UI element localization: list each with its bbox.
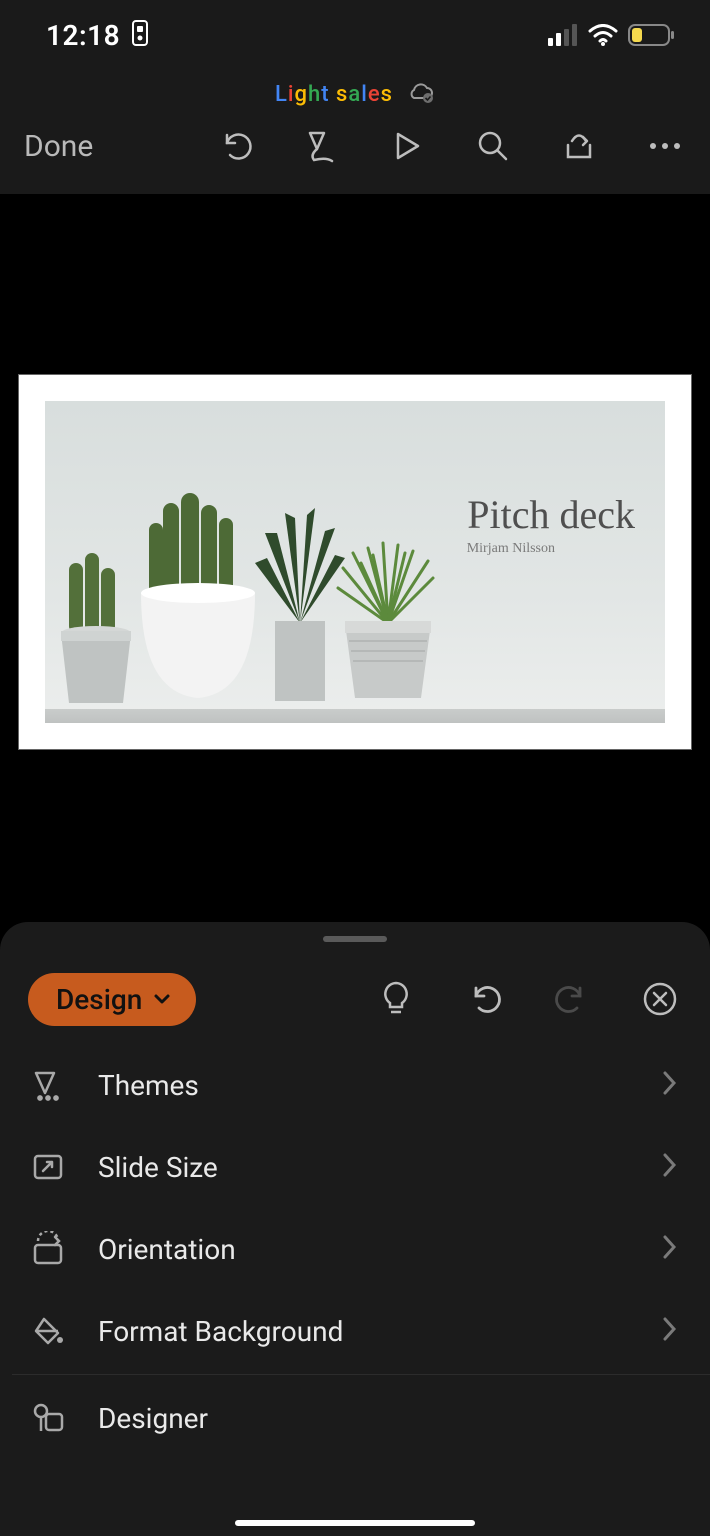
close-icon[interactable] [638,977,682,1021]
menu-item-slide-size[interactable]: Slide Size [0,1126,710,1208]
lightbulb-icon[interactable] [374,977,418,1021]
redo-sheet-icon [550,977,594,1021]
play-icon[interactable] [386,125,428,167]
menu-item-themes[interactable]: Themes [0,1044,710,1126]
slide-heading: Pitch deck [467,491,635,538]
chevron-right-icon [660,1069,678,1101]
wifi-icon [588,24,618,46]
chevron-right-icon [660,1315,678,1347]
sheet-header: Design [0,964,710,1034]
status-left: 12:18 [46,19,150,52]
menu-label: Format Background [98,1315,630,1348]
chevron-down-icon [152,989,172,1009]
chevron-right-icon [660,1151,678,1183]
card-icon [130,20,150,50]
draw-icon[interactable] [300,125,342,167]
sheet-grabber[interactable] [323,936,387,942]
menu-item-orientation[interactable]: Orientation [0,1208,710,1290]
design-sheet: Design [0,922,710,1536]
menu-label: Themes [98,1069,630,1102]
chevron-right-icon [660,1233,678,1265]
app-header: Light sales Done [0,70,710,194]
paint-bucket-icon [28,1311,68,1351]
menu-label: Designer [98,1402,678,1435]
share-icon[interactable] [558,125,600,167]
menu-item-format-background[interactable]: Format Background [0,1290,710,1372]
cloud-sync-icon[interactable] [405,81,435,107]
menu-label: Slide Size [98,1151,630,1184]
orientation-icon [28,1229,68,1269]
battery-icon [628,24,674,46]
search-icon[interactable] [472,125,514,167]
slide-thumbnail[interactable]: Pitch deck Mirjam Nilsson [18,374,692,750]
menu-label: Orientation [98,1233,630,1266]
toolbar: Done [0,112,710,180]
designer-icon [28,1398,68,1438]
cell-signal-icon [548,24,578,46]
slide-subtitle: Mirjam Nilsson [467,541,555,557]
more-icon[interactable] [644,125,686,167]
slide-size-icon [28,1147,68,1187]
slide-image: Pitch deck Mirjam Nilsson [45,401,665,723]
menu-divider [12,1374,710,1375]
undo-sheet-icon[interactable] [462,977,506,1021]
done-button[interactable]: Done [24,129,113,164]
doc-title-row: Light sales [0,76,710,112]
design-chip[interactable]: Design [28,973,196,1026]
themes-icon [28,1065,68,1105]
clock: 12:18 [46,19,120,52]
undo-icon[interactable] [214,125,256,167]
chip-label: Design [56,983,142,1016]
status-bar: 12:18 [0,0,710,70]
design-menu: Themes Slide Size [0,1034,710,1459]
plant-4 [323,503,453,713]
home-indicator[interactable] [235,1520,475,1526]
slide-canvas[interactable]: Pitch deck Mirjam Nilsson [0,194,710,750]
menu-item-designer[interactable]: Designer [0,1377,710,1459]
document-title[interactable]: Light sales [275,82,393,107]
status-right [548,24,674,46]
